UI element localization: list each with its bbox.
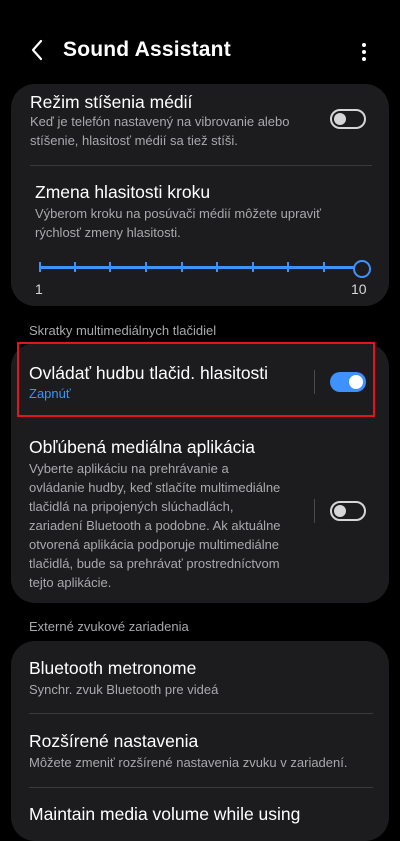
slider-tick	[216, 262, 218, 272]
slider-tick	[39, 262, 41, 272]
slider-min-label: 1	[35, 281, 43, 297]
advanced-settings-subtitle: Môžete zmeniť rozšírené nastavenia zvuku…	[29, 755, 348, 770]
volume-step-subtitle-line1: Výberom kroku na posúvači médií môžete u…	[35, 206, 321, 221]
volume-step-subtitle-line2: rýchlosť zmeny hlasitosti.	[35, 225, 181, 240]
bluetooth-metronome-title: Bluetooth metronome	[29, 658, 197, 678]
slider-tick	[145, 262, 147, 272]
slider-tick	[109, 262, 111, 272]
section-label-shortcuts: Skratky multimediálnych tlačidiel	[29, 323, 217, 338]
section-label-external: Externé zvukové zariadenia	[29, 619, 189, 634]
favorite-media-app-line: tlačidlá, bude sa prehrávať prostredníct…	[29, 556, 280, 571]
favorite-media-app-line: ovládanie hudby, keď stlačíte multimediá…	[29, 480, 281, 495]
favorite-media-app-line: otvorená aplikácia podporuje multimediál…	[29, 537, 280, 552]
more-options-button[interactable]	[354, 36, 374, 64]
media-settings-card: Režim stíšenia médií Keď je telefón nast…	[11, 84, 389, 306]
mute-media-subtitle-line1: Keď je telefón nastavený na vibrovanie a…	[30, 114, 290, 129]
volume-step-subtitle: Výberom kroku na posúvači médií môžete u…	[35, 204, 321, 242]
divider	[29, 713, 373, 714]
chevron-left-icon	[31, 39, 43, 61]
page-title: Sound Assistant	[63, 38, 231, 61]
slider-track	[40, 266, 360, 269]
volume-step-title: Zmena hlasitosti kroku	[35, 182, 211, 202]
app-header: Sound Assistant	[0, 22, 400, 78]
vertical-divider	[314, 499, 315, 523]
divider	[29, 787, 373, 788]
favorite-media-app-toggle[interactable]	[330, 501, 366, 521]
mute-media-title: Režim stíšenia médií	[30, 92, 193, 112]
slider-tick	[323, 262, 325, 272]
back-button[interactable]	[24, 36, 52, 64]
slider-tick	[181, 262, 183, 272]
favorite-media-app-line: tejto aplikácie.	[29, 575, 112, 590]
advanced-settings-title: Rozšírené nastavenia	[29, 731, 199, 751]
favorite-media-app-line: Vyberte aplikáciu na prehrávanie a	[29, 461, 229, 476]
slider-tick	[252, 262, 254, 272]
highlight-box	[17, 342, 375, 417]
divider	[30, 165, 372, 166]
slider-tick	[74, 262, 76, 272]
mute-media-toggle[interactable]	[330, 109, 366, 129]
slider-max-label: 10	[351, 281, 367, 297]
favorite-media-app-line: tlačidlá na pripojených slúchadlách,	[29, 499, 234, 514]
favorite-media-app-subtitle: Vyberte aplikáciu na prehrávanie a ovlád…	[29, 459, 281, 592]
favorite-media-app-line: zariadení Bluetooth a podobne. Ak aktuál…	[29, 518, 281, 533]
slider-tick	[287, 262, 289, 272]
bluetooth-metronome-subtitle: Synchr. zvuk Bluetooth pre videá	[29, 682, 219, 697]
mute-media-subtitle-line2: stíšenie, hlasitosť médií sa tiež stíši.	[30, 133, 238, 148]
favorite-media-app-title: Obľúbená mediálna aplikácia	[29, 437, 255, 457]
external-devices-card: Bluetooth metronome Synchr. zvuk Bluetoo…	[11, 641, 389, 841]
maintain-volume-title: Maintain media volume while using	[29, 804, 301, 824]
slider-thumb[interactable]	[353, 260, 371, 278]
mute-media-subtitle: Keď je telefón nastavený na vibrovanie a…	[30, 112, 290, 150]
more-vertical-icon	[354, 36, 374, 61]
